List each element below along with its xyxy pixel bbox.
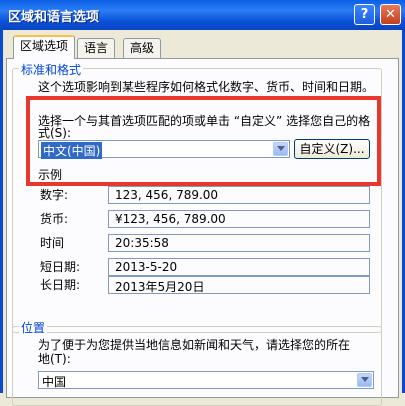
help-button[interactable]: ? (354, 4, 375, 25)
sample-short-date-field: 2013-5-20 (108, 258, 370, 276)
sample-number-label: 数字: (40, 188, 69, 202)
tab-languages[interactable]: 语言 (77, 38, 116, 58)
tab-advanced[interactable]: 高级 (123, 38, 162, 58)
sample-long-date-value: 2013年5月20日 (115, 280, 205, 294)
tab-regional-options[interactable]: 区域选项 (13, 35, 76, 59)
sample-number-value: 123, 456, 789.00 (115, 188, 219, 202)
standards-description: 这个选项影响到某些程序如何格式化数字、货币、时间和日期。 (38, 80, 375, 94)
sample-currency-label: 货币: (40, 212, 69, 226)
chevron-down-icon[interactable] (357, 373, 372, 387)
sample-time-value: 20:35:58 (115, 236, 169, 250)
window-title: 区域和语言选项 (8, 10, 100, 25)
sample-short-date-label: 短日期: (40, 260, 81, 274)
sample-time-field: 20:35:58 (108, 234, 370, 252)
sample-currency-field: ¥123, 456, 789.00 (108, 210, 370, 228)
location-description-line1: 为了便于为您提供当地信息如新闻和天气，请选择您的所在 (38, 338, 351, 352)
sample-number-field: 123, 456, 789.00 (108, 186, 370, 204)
sample-currency-value: ¥123, 456, 789.00 (115, 212, 226, 226)
location-group-label: 位置 (19, 319, 48, 336)
close-button[interactable]: ✕ (380, 4, 401, 25)
standards-group-label: 标准和格式 (19, 61, 84, 78)
sample-long-date-field: 2013年5月20日 (108, 276, 370, 294)
location-select[interactable]: 中国 (38, 371, 374, 389)
sample-time-label: 时间 (40, 236, 65, 250)
sample-short-date-value: 2013-5-20 (115, 260, 178, 274)
title-bar: 区域和语言选项 ? ✕ (0, 0, 405, 30)
location-description-line2: 地(T): (38, 352, 71, 366)
sample-long-date-label: 长日期: (40, 278, 81, 292)
location-select-value: 中国 (42, 375, 67, 389)
red-highlight-box (26, 96, 381, 186)
